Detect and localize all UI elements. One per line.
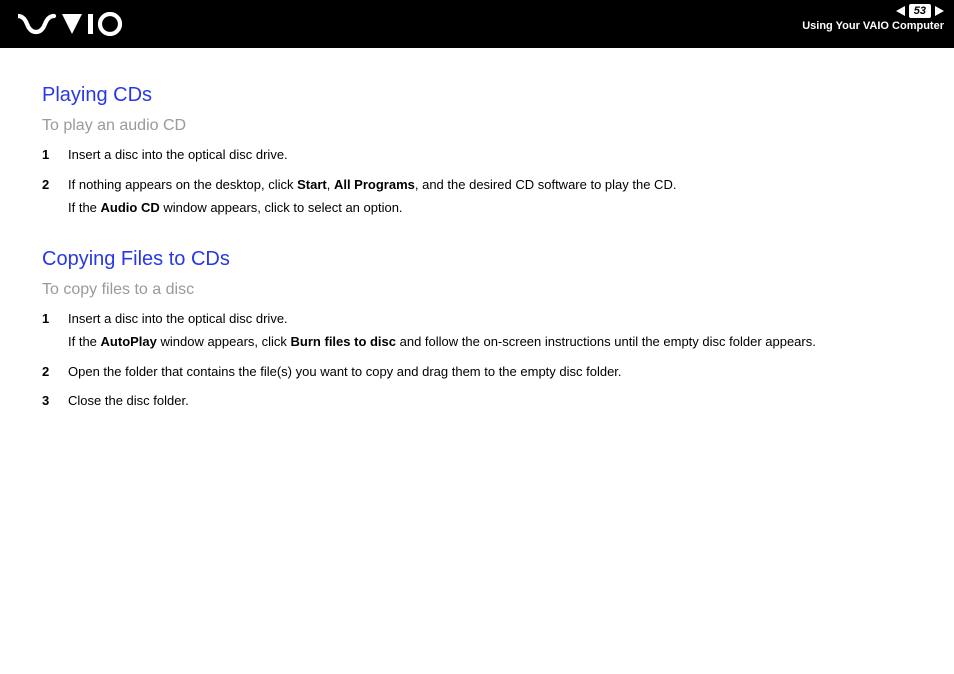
nav-prev-icon[interactable]	[896, 6, 905, 16]
list-item: 2 If nothing appears on the desktop, cli…	[42, 175, 936, 222]
section-heading-copying: Copying Files to CDs	[42, 248, 936, 271]
page-content: Playing CDs To play an audio CD 1 Insert…	[0, 48, 954, 415]
list-item: 1 Insert a disc into the optical disc dr…	[42, 309, 936, 356]
step-text: Close the disc folder.	[68, 391, 936, 415]
subheading-copy-files: To copy files to a disc	[42, 281, 936, 299]
step-number: 1	[42, 309, 68, 356]
header-bar: 53 Using Your VAIO Computer	[0, 0, 954, 48]
subheading-play-audio: To play an audio CD	[42, 117, 936, 135]
step-number: 2	[42, 175, 68, 222]
page-number: 53	[909, 4, 931, 18]
steps-playing: 1 Insert a disc into the optical disc dr…	[42, 145, 936, 222]
step-number: 3	[42, 391, 68, 415]
breadcrumb: Using Your VAIO Computer	[802, 20, 944, 32]
step-text: If nothing appears on the desktop, click…	[68, 175, 936, 222]
step-number: 2	[42, 362, 68, 386]
steps-copying: 1 Insert a disc into the optical disc dr…	[42, 309, 936, 415]
list-item: 2 Open the folder that contains the file…	[42, 362, 936, 386]
list-item: 1 Insert a disc into the optical disc dr…	[42, 145, 936, 169]
header-right: 53 Using Your VAIO Computer	[802, 0, 944, 32]
vaio-logo	[18, 0, 128, 48]
step-text: Insert a disc into the optical disc driv…	[68, 145, 936, 169]
step-text: Insert a disc into the optical disc driv…	[68, 309, 936, 356]
section-heading-playing: Playing CDs	[42, 84, 936, 107]
step-number: 1	[42, 145, 68, 169]
nav-next-icon[interactable]	[935, 6, 944, 16]
list-item: 3 Close the disc folder.	[42, 391, 936, 415]
page-nav: 53	[802, 4, 944, 18]
step-text: Open the folder that contains the file(s…	[68, 362, 936, 386]
